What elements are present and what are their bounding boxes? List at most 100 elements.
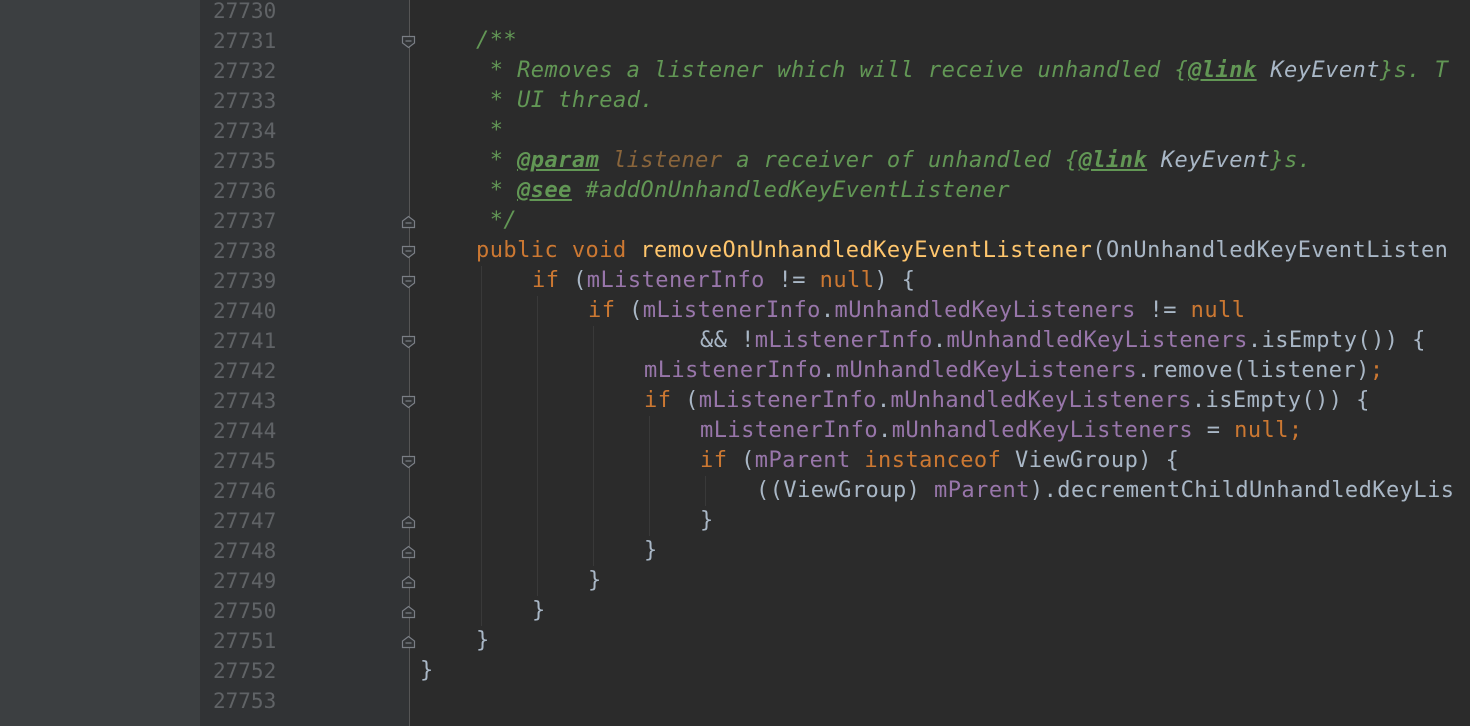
line-number: 27730	[213, 0, 277, 23]
line-number: 27740	[213, 299, 277, 323]
token-doc: *	[476, 118, 504, 143]
code-text[interactable]: /**	[476, 26, 517, 56]
line-number: 27733	[213, 89, 277, 113]
token-plain: }	[476, 628, 490, 653]
fold-end-icon[interactable]	[401, 605, 416, 619]
code-text[interactable]: }	[644, 536, 658, 566]
code-text[interactable]: if (mListenerInfo.mUnhandledKeyListeners…	[588, 296, 1245, 326]
line-number: 27744	[213, 419, 277, 443]
fold-collapse-icon[interactable]	[401, 35, 416, 49]
token-plain: )	[1356, 358, 1370, 383]
code-text[interactable]: if (mListenerInfo.mUnhandledKeyListeners…	[644, 386, 1370, 416]
code-text[interactable]: }	[700, 506, 714, 536]
code-text[interactable]: * @param listener a receiver of unhandle…	[476, 146, 1311, 176]
token-plain: !=	[764, 268, 820, 293]
token-field: mUnhandledKeyListeners	[835, 358, 1138, 383]
code-text[interactable]: && !mListenerInfo.mUnhandledKeyListeners…	[700, 326, 1426, 356]
line-number: 27746	[213, 479, 277, 503]
code-editor[interactable]: 27730 27731 /** 27732 * Removes a listener …	[0, 0, 1470, 726]
token-kw: if	[588, 298, 630, 323]
token-doc	[599, 148, 613, 173]
code-line[interactable]: 27744 mListenerInfo.mUnhandledKeyListener…	[0, 416, 1470, 446]
code-text[interactable]: mListenerInfo.mUnhandledKeyListeners.rem…	[644, 356, 1384, 386]
code-line[interactable]: 27736 * @see #addOnUnhandledKeyEventList…	[0, 176, 1470, 206]
code-text[interactable]: * UI thread.	[476, 86, 654, 116]
fold-end-icon[interactable]	[401, 575, 416, 589]
token-doc: */	[476, 208, 518, 233]
code-line[interactable]: 27741 && !mListenerInfo.mUnhandledKeyList…	[0, 326, 1470, 356]
token-field: mParent	[934, 478, 1030, 503]
token-plain: (	[573, 268, 587, 293]
fold-end-icon[interactable]	[401, 215, 416, 229]
token-doc: {	[1064, 148, 1079, 173]
code-line[interactable]: 27730	[0, 0, 1470, 26]
token-field: mUnhandledKeyListeners	[834, 298, 1136, 323]
token-docref: KeyEvent	[1160, 148, 1271, 173]
token-plain: .remove(	[1137, 358, 1247, 383]
code-text[interactable]: * Removes a listener which will receive …	[476, 56, 1448, 86]
fold-collapse-icon[interactable]	[401, 455, 416, 469]
token-kw: if	[532, 268, 574, 293]
fold-end-icon[interactable]	[401, 545, 416, 559]
code-line[interactable]: 27743 if (mListenerInfo.mUnhandledKeyList…	[0, 386, 1470, 416]
code-line[interactable]: 27742 mListenerInfo.mUnhandledKeyListener…	[0, 356, 1470, 386]
token-doc: * UI thread.	[476, 88, 655, 113]
code-text[interactable]: public void removeOnUnhandledKeyEventLis…	[476, 236, 1448, 266]
code-line[interactable]: 27739 if (mListenerInfo != null) {	[0, 266, 1470, 296]
code-line[interactable]: 27750}	[0, 596, 1470, 626]
code-line[interactable]: 27747}	[0, 506, 1470, 536]
code-line[interactable]: 27737 */	[0, 206, 1470, 236]
line-number: 27751	[213, 629, 277, 653]
code-line[interactable]: 27752}	[0, 656, 1470, 686]
fold-collapse-icon[interactable]	[401, 395, 416, 409]
code-text[interactable]: if (mParent instanceof ViewGroup) {	[700, 446, 1179, 476]
token-plain: ((ViewGroup)	[756, 478, 935, 503]
code-text[interactable]: }	[532, 596, 546, 626]
fold-end-icon[interactable]	[401, 515, 416, 529]
token-kw: null	[819, 268, 875, 293]
token-doc: }s. T	[1379, 58, 1449, 83]
fold-collapse-icon[interactable]	[401, 245, 416, 259]
line-number: 27747	[213, 509, 277, 533]
code-text[interactable]: }	[476, 626, 490, 656]
fold-end-icon[interactable]	[401, 635, 416, 649]
code-line[interactable]: 27751}	[0, 626, 1470, 656]
fold-collapse-icon[interactable]	[401, 335, 416, 349]
code-line[interactable]: 27746 ((ViewGroup) mParent).decrementChil…	[0, 476, 1470, 506]
line-number: 27741	[213, 329, 277, 353]
token-tag: @link	[1188, 58, 1257, 83]
code-line[interactable]: 27740 if (mListenerInfo.mUnhandledKeyList…	[0, 296, 1470, 326]
line-number: 27736	[213, 179, 277, 203]
code-line[interactable]: 27738 public void removeOnUnhandledKeyEve…	[0, 236, 1470, 266]
code-line[interactable]: 27732 * Removes a listener which will re…	[0, 56, 1470, 86]
code-line[interactable]: 27749}	[0, 566, 1470, 596]
code-text[interactable]: *	[476, 116, 503, 146]
token-plain: }	[420, 658, 434, 683]
code-text[interactable]: * @see #addOnUnhandledKeyEventListener	[476, 176, 1010, 206]
code-line[interactable]: 27748}	[0, 536, 1470, 566]
code-text[interactable]: mListenerInfo.mUnhandledKeyListeners = n…	[700, 416, 1303, 446]
code-text[interactable]: ((ViewGroup) mParent).decrementChildUnha…	[756, 476, 1454, 506]
code-line[interactable]: 27733 * UI thread.	[0, 86, 1470, 116]
token-field: mUnhandledKeyListeners	[946, 328, 1248, 353]
code-line[interactable]: 27731 /**	[0, 26, 1470, 56]
token-kw: ;	[1369, 358, 1384, 383]
code-line[interactable]: 27735 * @param listener a receiver of un…	[0, 146, 1470, 176]
code-line[interactable]: 27745 if (mParent instanceof ViewGroup) {	[0, 446, 1470, 476]
token-doc: }s.	[1270, 148, 1312, 173]
code-text[interactable]: }	[420, 656, 434, 686]
token-doc: a receiver of unhandled	[722, 148, 1065, 173]
line-number: 27748	[213, 539, 277, 563]
token-plain: (OnUnhandledKeyEventListen	[1092, 238, 1449, 263]
code-line[interactable]: 27734 *	[0, 116, 1470, 146]
code-line[interactable]: 27753	[0, 686, 1470, 716]
fold-collapse-icon[interactable]	[401, 275, 416, 289]
code-text[interactable]: */	[476, 206, 517, 236]
line-number: 27734	[213, 119, 277, 143]
code-text[interactable]: }	[588, 566, 602, 596]
token-plain: !=	[1135, 298, 1191, 323]
code-area[interactable]: 27730 27731 /** 27732 * Removes a listener …	[0, 0, 1470, 726]
token-field: mListenerInfo	[698, 388, 877, 413]
code-text[interactable]: if (mListenerInfo != null) {	[532, 266, 916, 296]
token-plain: }	[700, 508, 714, 533]
